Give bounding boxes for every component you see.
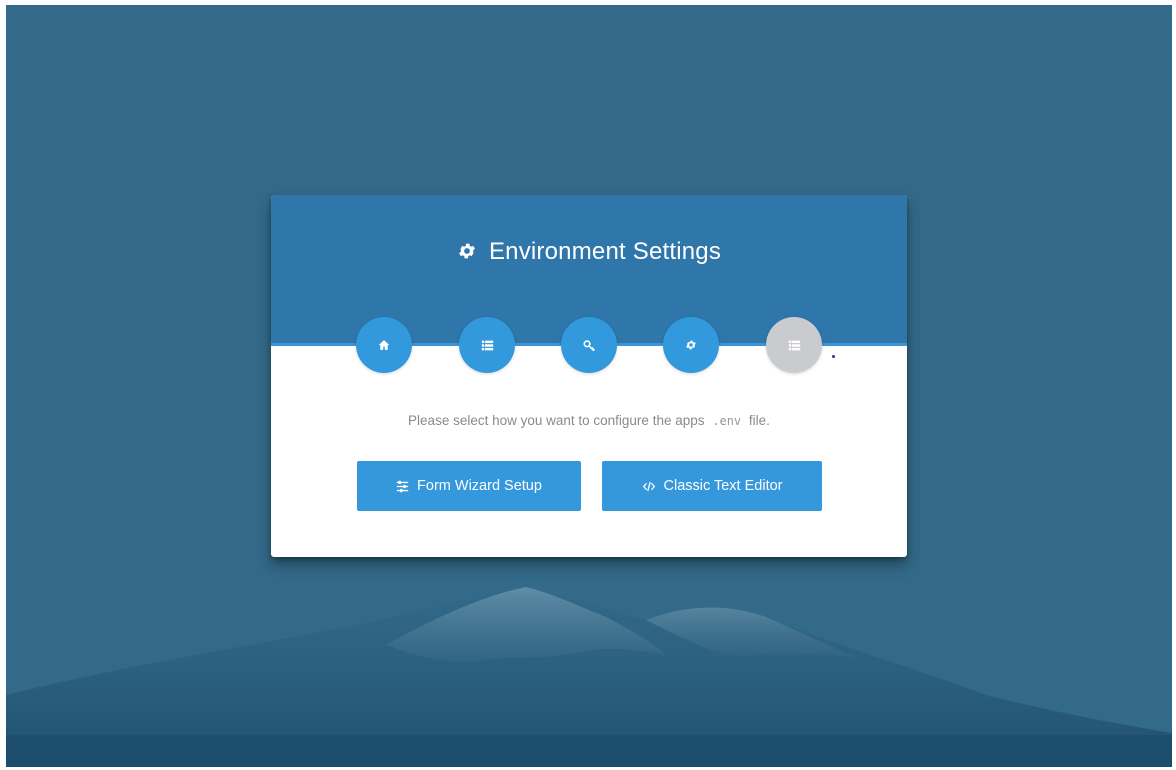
form-wizard-setup-button[interactable]: Form Wizard Setup — [357, 461, 581, 511]
env-filename: .env — [712, 414, 742, 428]
step-settings[interactable] — [663, 317, 719, 373]
page-title-text: Environment Settings — [488, 238, 722, 265]
description-text: Please select how you want to configure … — [408, 413, 705, 428]
home-icon — [378, 340, 390, 350]
step-indicator-dot — [832, 355, 835, 358]
step-home[interactable] — [356, 317, 412, 373]
background-frame: Environment Settings Please select how y… — [6, 5, 1172, 767]
list-icon — [481, 340, 493, 350]
classic-text-editor-button[interactable]: Classic Text Editor — [602, 461, 822, 511]
step-list[interactable] — [459, 317, 515, 373]
description-suffix: file. — [748, 413, 770, 428]
form-wizard-setup-label: Form Wizard Setup — [417, 478, 542, 494]
gear-icon — [459, 243, 475, 258]
step-final[interactable] — [766, 317, 822, 373]
gear-icon — [686, 340, 696, 350]
classic-text-editor-label: Classic Text Editor — [663, 478, 783, 494]
configure-description: Please select how you want to configure … — [271, 412, 907, 430]
step-key[interactable] — [561, 317, 617, 373]
key-icon — [582, 339, 595, 351]
sliders-icon — [396, 480, 409, 492]
page-title: Environment Settings — [271, 236, 907, 268]
list-icon — [788, 340, 800, 350]
environment-settings-card: Environment Settings Please select how y… — [271, 195, 907, 557]
code-icon — [642, 481, 655, 491]
